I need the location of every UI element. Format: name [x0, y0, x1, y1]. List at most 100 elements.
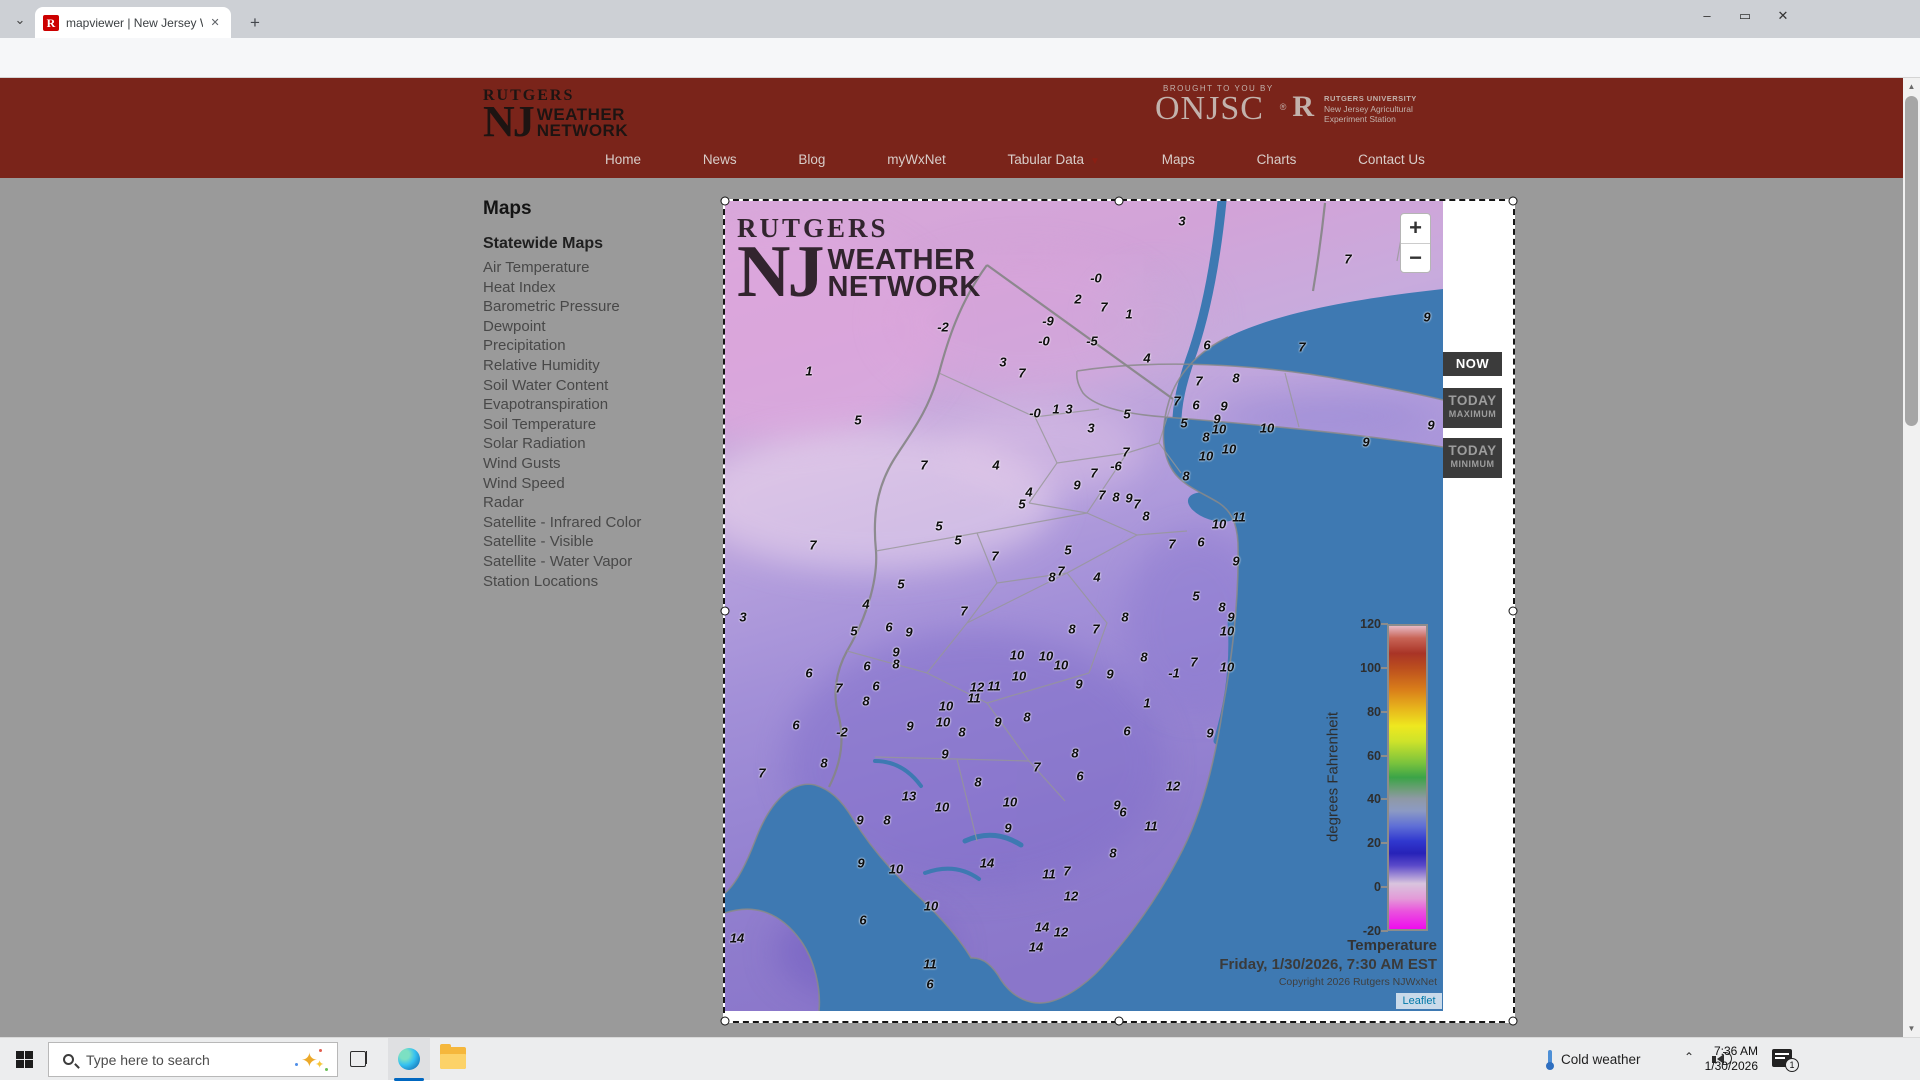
nav-item-news[interactable]: News: [703, 152, 737, 167]
station-temp-label: 8: [1218, 600, 1225, 615]
sidebar-link-soil-water-content[interactable]: Soil Water Content: [483, 376, 713, 396]
taskbar-search-box[interactable]: Type here to search ✦✦: [48, 1042, 338, 1077]
edge-taskbar-button[interactable]: [388, 1038, 430, 1080]
sidebar-link-relative-humidity[interactable]: Relative Humidity: [483, 356, 713, 376]
station-temp-label: 10: [1012, 669, 1026, 684]
station-temp-label: 5: [1018, 497, 1025, 512]
station-temp-label: 7: [1063, 864, 1070, 879]
station-temp-label: 7: [1057, 564, 1064, 579]
resize-handle-top-right[interactable]: [1509, 197, 1518, 206]
station-temp-label: 10: [1212, 517, 1226, 532]
station-temp-label: 7: [1173, 394, 1180, 409]
task-view-icon[interactable]: [350, 1051, 366, 1067]
today-maximum-button[interactable]: TODAYMAXIMUM: [1443, 388, 1502, 428]
station-temp-label: 3: [999, 355, 1006, 370]
nav-item-blog[interactable]: Blog: [798, 152, 825, 167]
station-temp-label: 11: [967, 691, 981, 706]
njwxnet-logo[interactable]: RUTGERS NJ WEATHER NETWORK: [483, 87, 628, 139]
station-temp-label: 10: [1212, 422, 1226, 437]
station-temp-label: 8: [1048, 570, 1055, 585]
sidebar-link-radar[interactable]: Radar: [483, 493, 713, 513]
notification-count-badge: 1: [1785, 1058, 1799, 1072]
sidebar-link-satellite-infrared-color[interactable]: Satellite - Infrared Color: [483, 513, 713, 533]
now-button[interactable]: NOW: [1443, 352, 1502, 376]
station-temp-label: 6: [1119, 805, 1126, 820]
onjsc-sponsor-block[interactable]: BROUGHT TO YOU BY ONJSC ® R RUTGERS UNIV…: [1155, 84, 1417, 125]
station-temp-label: 11: [987, 679, 1001, 694]
resize-handle-mid-right[interactable]: [1509, 607, 1518, 616]
resize-handle-top-mid[interactable]: [1115, 197, 1124, 206]
leaflet-map[interactable]: -22-9-0371-0135744595577587537-071-54679…: [725, 201, 1443, 1011]
resize-handle-bottom-left[interactable]: [721, 1017, 730, 1026]
sidebar-link-solar-radiation[interactable]: Solar Radiation: [483, 434, 713, 454]
colorbar-tick-label: 120: [1325, 617, 1381, 631]
sidebar-link-evapotranspiration[interactable]: Evapotranspiration: [483, 395, 713, 415]
station-temp-label: 6: [1076, 769, 1083, 784]
sidebar-link-station-locations[interactable]: Station Locations: [483, 572, 713, 592]
resize-handle-bottom-right[interactable]: [1509, 1017, 1518, 1026]
start-button-icon[interactable]: [16, 1051, 33, 1068]
edge-icon: [398, 1048, 420, 1070]
rutgers-r-logo: R: [1292, 92, 1314, 122]
sidebar-link-air-temperature[interactable]: Air Temperature: [483, 258, 713, 278]
scroll-up-icon[interactable]: ▲: [1903, 78, 1920, 95]
page-viewport: RUTGERS NJ WEATHER NETWORK BROUGHT TO YO…: [0, 78, 1903, 1037]
sidebar-link-precipitation[interactable]: Precipitation: [483, 336, 713, 356]
station-temp-label: 8: [1112, 490, 1119, 505]
station-temp-label: 10: [1039, 649, 1053, 664]
tab-close-icon[interactable]: ✕: [207, 16, 223, 29]
maximize-button[interactable]: ▭: [1726, 0, 1764, 34]
copilot-sparkle-icon[interactable]: ✦✦: [295, 1047, 329, 1073]
taskbar-weather-widget[interactable]: Cold weather: [1545, 1038, 1641, 1081]
sidebar-link-dewpoint[interactable]: Dewpoint: [483, 317, 713, 337]
sidebar-link-barometric-pressure[interactable]: Barometric Pressure: [483, 297, 713, 317]
sidebar-link-heat-index[interactable]: Heat Index: [483, 278, 713, 298]
station-temp-label: 8: [974, 775, 981, 790]
station-temp-label: 5: [854, 413, 861, 428]
station-temp-label: 7: [1090, 466, 1097, 481]
nav-item-mywxnet[interactable]: myWxNet: [887, 152, 946, 167]
sidebar-link-satellite-visible[interactable]: Satellite - Visible: [483, 532, 713, 552]
sidebar-link-wind-speed[interactable]: Wind Speed: [483, 474, 713, 494]
nav-item-home[interactable]: Home: [605, 152, 641, 167]
nav-item-tabular-data[interactable]: Tabular Data▼: [1008, 152, 1100, 167]
station-temp-label: 13: [902, 789, 916, 804]
tab-search-chevron-icon[interactable]: ⌄: [8, 8, 32, 32]
station-temp-label: 8: [1121, 610, 1128, 625]
page-scrollbar[interactable]: ▲ ▼: [1903, 78, 1920, 1037]
scrollbar-thumb[interactable]: [1905, 96, 1918, 426]
resize-handle-bottom-mid[interactable]: [1115, 1017, 1124, 1026]
station-temp-label: 9: [1075, 677, 1082, 692]
station-temp-label: 7: [1344, 252, 1351, 267]
colorbar-tick-mark: [1381, 755, 1388, 757]
leaflet-attribution-link[interactable]: Leaflet: [1396, 993, 1442, 1009]
scroll-down-icon[interactable]: ▼: [1903, 1020, 1920, 1037]
nav-item-contact-us[interactable]: Contact Us: [1358, 152, 1425, 167]
station-temp-label: 8: [892, 657, 899, 672]
nav-item-maps[interactable]: Maps: [1162, 152, 1195, 167]
sidebar-link-soil-temperature[interactable]: Soil Temperature: [483, 415, 713, 435]
close-button[interactable]: ✕: [1764, 0, 1802, 34]
station-temp-label: 10: [889, 862, 903, 877]
new-tab-button[interactable]: +: [243, 11, 267, 35]
station-temp-label: 9: [905, 625, 912, 640]
nav-item-charts[interactable]: Charts: [1257, 152, 1297, 167]
main-nav: Home News Blog myWxNet Tabular Data▼ Maps Char…: [605, 152, 1425, 167]
file-explorer-button[interactable]: [440, 1047, 466, 1069]
today-minimum-button[interactable]: TODAYMINIMUM: [1443, 438, 1502, 478]
station-temp-label: 8: [1140, 650, 1147, 665]
station-temp-label: 7: [960, 604, 967, 619]
resize-handle-top-left[interactable]: [721, 197, 730, 206]
sidebar-link-satellite-water-vapor[interactable]: Satellite - Water Vapor: [483, 552, 713, 572]
station-temp-label: 14: [730, 931, 744, 946]
zoom-in-button[interactable]: +: [1401, 214, 1430, 243]
sidebar-link-wind-gusts[interactable]: Wind Gusts: [483, 454, 713, 474]
station-temp-label: 6: [863, 659, 870, 674]
station-temp-label: -1: [1168, 666, 1180, 681]
browser-tab[interactable]: R mapviewer | New Jersey Weather a ✕: [35, 7, 231, 38]
taskbar-clock[interactable]: 7:36 AM 1/30/2026: [1688, 1044, 1758, 1074]
minimize-button[interactable]: –: [1688, 0, 1726, 34]
zoom-out-button[interactable]: −: [1401, 243, 1430, 272]
station-temp-label: 5: [1123, 407, 1130, 422]
resize-handle-mid-left[interactable]: [721, 607, 730, 616]
